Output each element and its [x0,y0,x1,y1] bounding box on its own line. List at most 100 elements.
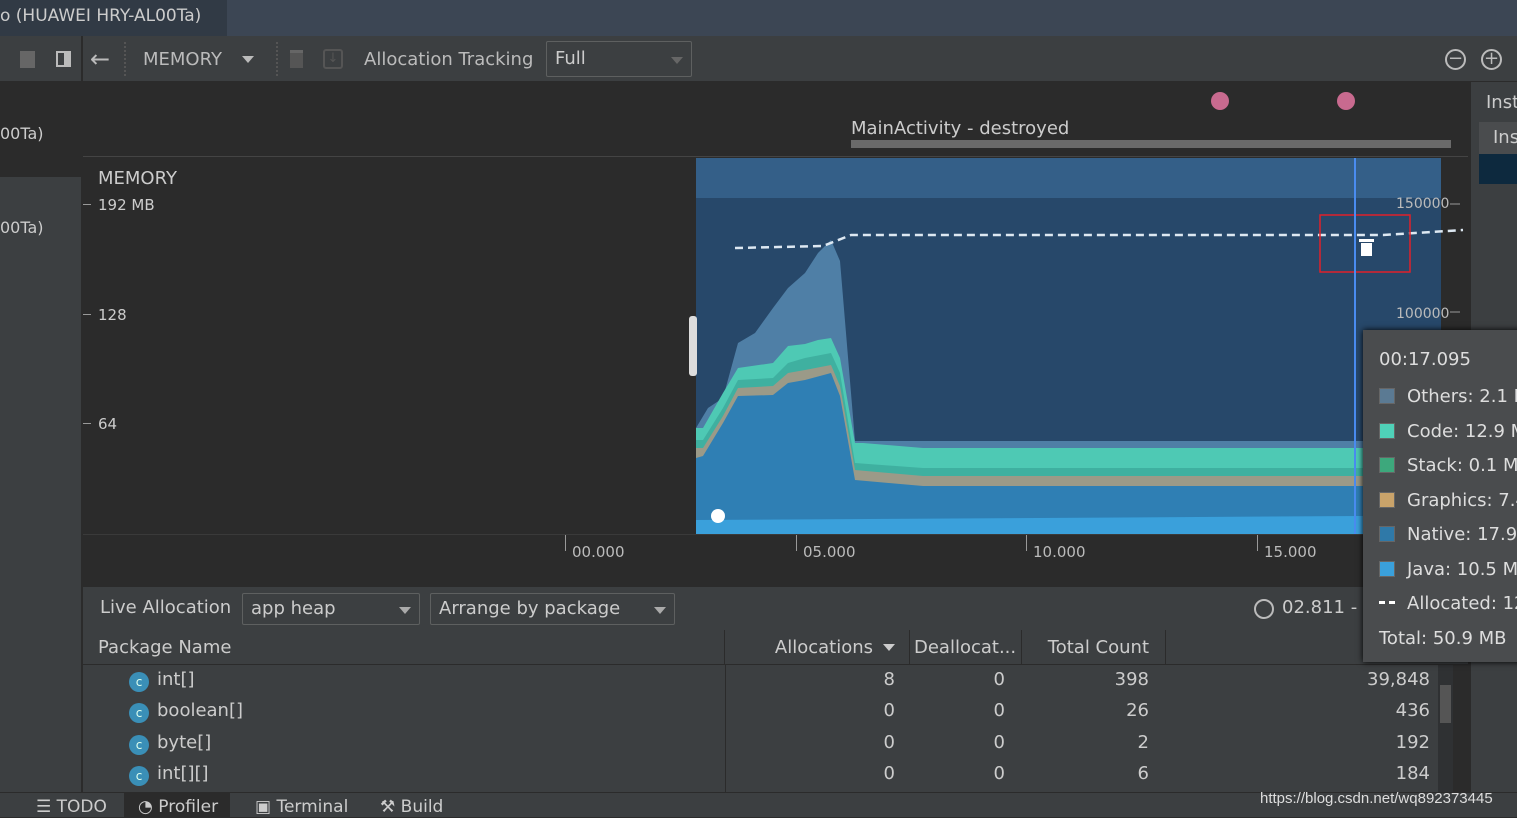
selection-handle-left [689,316,697,376]
table-row[interactable]: c boolean[] 0 0 26 436 [83,696,1453,727]
back-arrow-icon[interactable]: ← [90,36,110,82]
column-allocations[interactable]: Allocations [725,630,910,665]
deallocations: 0 [993,669,1005,690]
list-icon: ☰ [36,797,57,817]
tooltip-time: 00:17.095 [1379,349,1471,370]
package-name: int[][] [157,763,209,784]
legend-label: Allocated: 12 [1407,593,1517,614]
trash-icon[interactable] [290,36,303,82]
table-header: Package Name Allocations Deallocat... To… [83,630,1468,665]
chevron-down-icon [654,607,666,614]
class-icon: c [129,735,149,755]
column-deallocations[interactable]: Deallocat... [910,630,1022,665]
shallow-size: 184 [1395,763,1430,784]
allocation-tracking-select[interactable]: Full [546,41,692,77]
heap-dump-icon[interactable]: ↓ [323,36,343,82]
clock-icon [1254,599,1274,619]
tab-label: Profiler [158,797,219,817]
table-row[interactable]: c int[][] 0 0 6 184 [83,759,1453,790]
package-name: int[] [157,669,195,690]
shallow-size: 192 [1395,732,1430,753]
column-label: Allocations [774,637,873,658]
arrange-value: Arrange by package [439,598,621,619]
profiler-tab[interactable]: ◔ Profiler [124,793,231,818]
total-count: 6 [1137,763,1149,784]
toolbar: ← MEMORY ↓ Allocation Tracking Full − + [0,36,1517,82]
build-tab[interactable]: ⚒ Build [380,797,443,817]
title-bar: o (HUAWEI HRY-AL00Ta) [0,0,1517,36]
stop-icon[interactable] [20,36,35,82]
session-item[interactable]: 00Ta) [0,218,82,237]
legend-stack: Stack: 0.1 MB [1379,455,1517,476]
heap-select[interactable]: app heap [242,593,420,625]
allocations: 0 [883,732,895,753]
panel-toggle-icon[interactable] [56,36,71,82]
tool-window-bar: ☰ TODO ◔ Profiler ▣ Terminal ⚒ Build htt… [0,790,1517,818]
y-right-tick-label: 150000 [1396,196,1450,212]
session-tab[interactable]: o (HUAWEI HRY-AL00Ta) [0,0,227,36]
package-name: boolean[] [157,700,244,721]
event-timeline: MainActivity - destroyed [83,82,1468,157]
allocation-tracking-label: Allocation Tracking [364,48,534,70]
heap-value: app heap [251,598,336,619]
allocation-table: c int[] 8 0 398 39,848 c boolean[] 0 0 26 436 c byt… [83,665,1453,792]
zoom-out-icon[interactable]: − [1445,36,1466,82]
hammer-icon: ⚒ [380,797,401,817]
activity-bar[interactable] [851,140,1451,148]
swatch [1379,561,1395,577]
deallocations: 0 [993,763,1005,784]
deallocations: 0 [993,732,1005,753]
terminal-icon: ▣ [255,797,277,817]
time-axis[interactable]: 00.000 05.000 10.000 15.000 [83,534,1468,578]
selected-instance-row[interactable] [1479,154,1517,184]
chevron-down-icon [399,607,411,614]
trash-icon [1359,239,1374,256]
time-tick-label: 15.000 [1264,543,1317,561]
terminal-tab[interactable]: ▣ Terminal [255,797,348,817]
time-tick-label: 10.000 [1033,543,1086,561]
legend-label: Native: 17.9 M [1407,524,1517,545]
legend-label: Graphics: 7.4 [1407,490,1517,511]
legend-label: Java: 10.5 MB [1407,559,1517,580]
chevron-down-icon [241,55,254,63]
chevron-down-icon [671,57,683,64]
shallow-size: 39,848 [1367,669,1430,690]
session-sidebar: 00Ta) 00Ta) [0,82,82,792]
swatch [1379,457,1395,473]
zoom-in-icon[interactable]: + [1481,36,1502,82]
deallocations: 0 [993,700,1005,721]
session-item[interactable]: 00Ta) [0,82,82,177]
tooltip-total: Total: 50.9 MB [1379,628,1507,649]
session-title: o (HUAWEI HRY-AL00Ta) [0,6,202,26]
table-row[interactable]: c int[] 8 0 398 39,848 [83,665,1453,696]
swatch [1379,423,1395,439]
column-total-count[interactable]: Total Count [1022,630,1166,665]
legend-label: Stack: 0.1 MB [1407,455,1517,476]
table-row[interactable]: c byte[] 0 0 2 192 [83,728,1453,759]
sort-desc-icon [883,644,895,651]
touch-event-marker[interactable] [1211,92,1229,110]
legend-java: Java: 10.5 MB [1379,559,1517,580]
touch-event-marker[interactable] [1337,92,1355,110]
table-scrollbar[interactable] [1438,665,1453,792]
allocations: 0 [883,763,895,784]
profiler-select[interactable]: MEMORY [143,36,254,82]
time-range: 02.811 - 1 [1282,597,1375,618]
allocation-controls: Live Allocation app heap Arrange by pack… [83,586,1468,630]
todo-tab[interactable]: ☰ TODO [36,797,107,817]
arrange-select[interactable]: Arrange by package [430,593,675,625]
column-package-name[interactable]: Package Name [83,630,725,665]
legend-code: Code: 12.9 M [1379,421,1517,442]
instance-header[interactable]: Ins [1479,122,1517,154]
session-item-label: 00Ta) [0,124,44,143]
live-allocation-label: Live Allocation [100,597,232,618]
memory-chart[interactable]: MEMORY 192 MB 128 64 150000 100000 [83,158,1468,536]
gauge-icon: ◔ [138,797,159,817]
allocations: 0 [883,700,895,721]
tab-label: Build [400,797,444,817]
memory-tooltip: 00:17.095 Others: 2.1 M Code: 12.9 M Sta… [1363,330,1517,662]
legend-label: Others: 2.1 M [1407,386,1517,407]
swatch [1379,492,1395,508]
instance-tab[interactable]: Inst [1486,92,1517,113]
gc-event-marker [711,509,725,523]
